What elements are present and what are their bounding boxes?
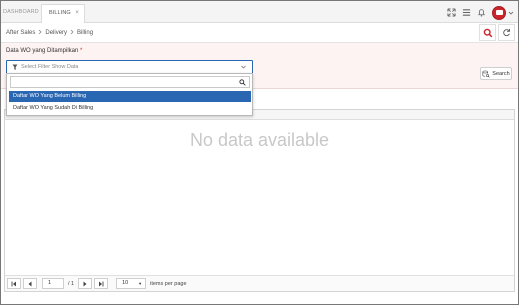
breadcrumb-item[interactable]: After Sales bbox=[6, 30, 35, 36]
dropdown-search-input[interactable] bbox=[10, 76, 250, 88]
database-search-icon bbox=[482, 70, 490, 78]
last-page-icon bbox=[99, 281, 104, 286]
tab-dashboard[interactable]: DASHBOARD bbox=[3, 4, 39, 23]
empty-message: No data available bbox=[189, 130, 330, 150]
avatar-image bbox=[495, 10, 503, 15]
avatar[interactable] bbox=[492, 5, 506, 20]
expand-icon[interactable] bbox=[447, 8, 456, 17]
tab-dashboard-label: DASHBOARD bbox=[3, 9, 39, 15]
first-page-icon bbox=[11, 281, 16, 286]
tab-bar: DASHBOARD BILLING × bbox=[1, 1, 518, 23]
search-button[interactable]: Search bbox=[480, 67, 512, 80]
page-actions bbox=[479, 24, 515, 41]
dropdown-option[interactable]: Daftar WO Yang Belum Billing bbox=[9, 91, 251, 102]
chevron-right-icon bbox=[70, 29, 74, 37]
page-count: / 1 bbox=[68, 280, 75, 287]
tab-billing[interactable]: BILLING × bbox=[41, 4, 85, 23]
breadcrumb-bar: After Sales Delivery Billing bbox=[1, 23, 518, 43]
data-grid: No data available 1 / 1 10 ▼ items per p… bbox=[4, 109, 515, 292]
chevron-right-icon bbox=[38, 29, 42, 37]
caret-down-icon: ▼ bbox=[138, 281, 143, 286]
app-window: DASHBOARD BILLING × After Sales Delivery… bbox=[0, 0, 519, 305]
prev-page-button[interactable] bbox=[23, 278, 37, 289]
filter-select-placeholder: Select Filter Show Data bbox=[21, 64, 79, 70]
search-toggle-button[interactable] bbox=[479, 24, 496, 41]
page-input[interactable]: 1 bbox=[42, 278, 64, 289]
close-icon[interactable]: × bbox=[75, 5, 79, 22]
search-icon bbox=[483, 28, 492, 37]
top-toolbar bbox=[447, 4, 514, 21]
chevron-down-icon bbox=[240, 63, 247, 73]
next-page-button[interactable] bbox=[78, 278, 93, 289]
breadcrumb-current: Billing bbox=[77, 30, 94, 36]
dropdown-option[interactable]: Daftar WO Yang Sudah Di Billing bbox=[9, 103, 251, 114]
bell-icon[interactable] bbox=[477, 8, 486, 17]
first-page-button[interactable] bbox=[7, 278, 21, 289]
refresh-icon bbox=[503, 28, 510, 37]
filter-icon bbox=[12, 64, 18, 73]
breadcrumb: After Sales Delivery Billing bbox=[6, 29, 93, 37]
chevron-down-icon[interactable] bbox=[508, 10, 514, 16]
next-page-icon bbox=[83, 281, 87, 286]
refresh-button[interactable] bbox=[498, 24, 515, 41]
page-size-label: items per page bbox=[150, 280, 187, 287]
pager: 1 / 1 10 ▼ items per page bbox=[5, 275, 514, 291]
search-icon bbox=[239, 79, 246, 88]
filter-dropdown: Daftar WO Yang Belum Billing Daftar WO Y… bbox=[6, 73, 253, 116]
breadcrumb-item[interactable]: Delivery bbox=[45, 30, 67, 36]
filter-label-text: Data WO yang Ditampilkan bbox=[6, 48, 79, 54]
last-page-button[interactable] bbox=[94, 278, 109, 289]
tab-billing-label: BILLING bbox=[49, 10, 71, 16]
filter-select[interactable]: Select Filter Show Data bbox=[6, 60, 253, 74]
search-button-label: Search bbox=[492, 70, 510, 77]
filter-label: Data WO yang Ditampilkan * bbox=[6, 48, 82, 54]
menu-icon[interactable] bbox=[462, 8, 471, 17]
prev-page-icon bbox=[28, 281, 32, 286]
page-size-select[interactable]: 10 ▼ bbox=[116, 278, 147, 289]
page-size-value: 10 bbox=[122, 280, 129, 286]
required-mark: * bbox=[80, 48, 83, 54]
